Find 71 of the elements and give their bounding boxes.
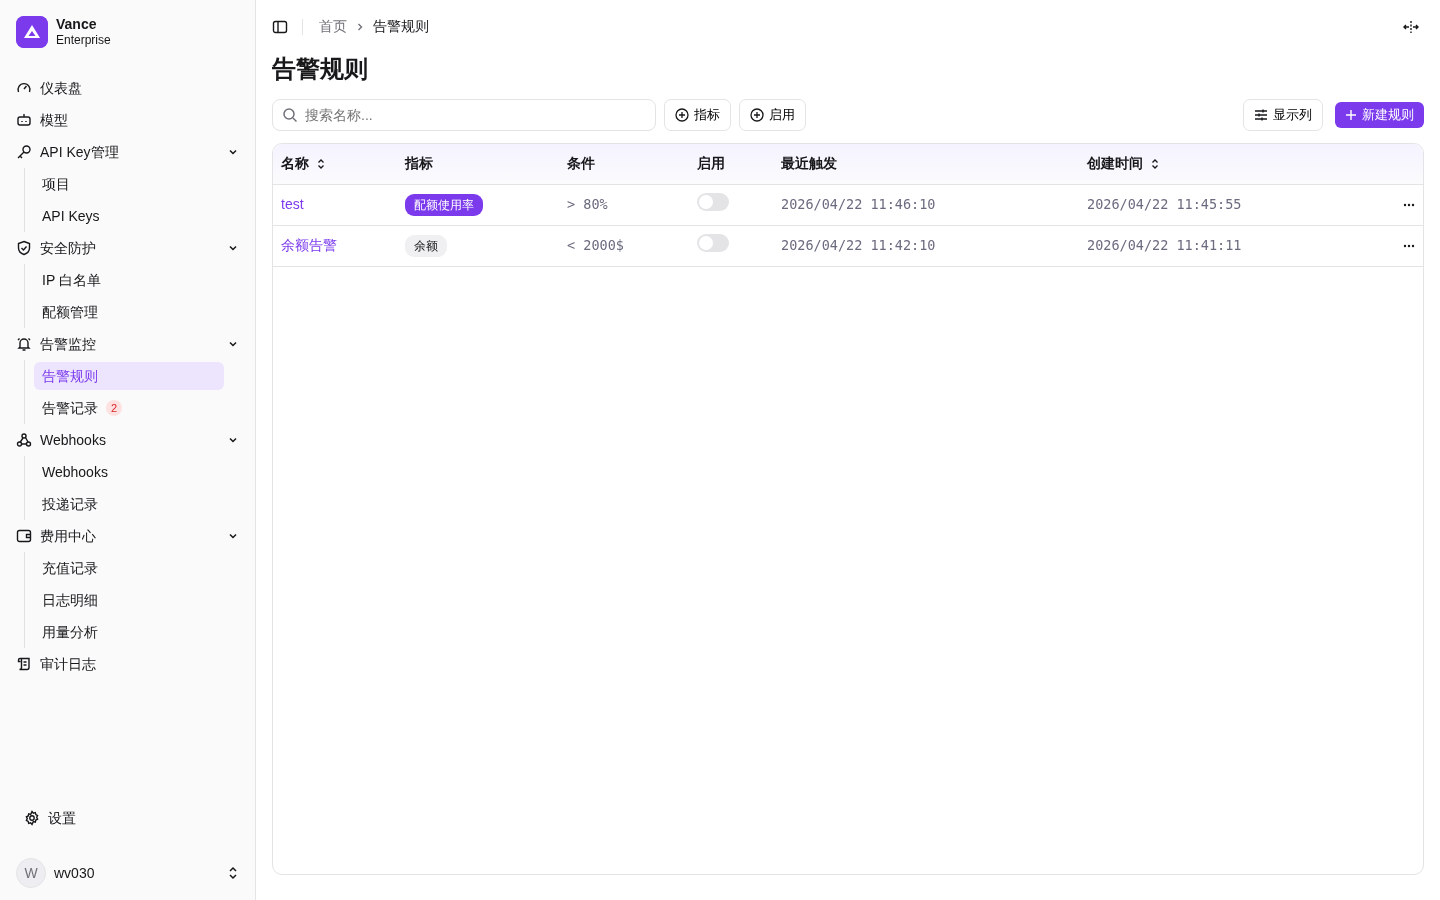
columns-button[interactable]: 显示列 xyxy=(1243,99,1323,131)
wallet-icon xyxy=(16,528,32,544)
search-icon xyxy=(282,107,298,123)
breadcrumb-current: 告警规则 xyxy=(373,17,429,36)
condition-text: < 2000$ xyxy=(567,237,624,253)
nav-subitem[interactable]: 项目 xyxy=(34,170,224,198)
chevron-icon xyxy=(355,21,365,32)
enable-toggle[interactable] xyxy=(697,192,729,211)
search-field[interactable]: 搜索名称... xyxy=(272,99,656,131)
more-icon[interactable] xyxy=(1403,203,1415,208)
nav-subitem[interactable]: 日志明细 xyxy=(34,586,224,614)
rule-name-link[interactable]: test xyxy=(281,196,304,212)
settings-icon xyxy=(24,810,40,826)
plus-icon xyxy=(1345,109,1357,121)
move-icon[interactable] xyxy=(1402,18,1420,35)
settings-link[interactable]: 设置 xyxy=(16,802,239,834)
nav-item[interactable]: 安全防护 xyxy=(16,232,239,264)
column-header[interactable]: 创建时间 xyxy=(1087,153,1159,175)
nav-subitem[interactable]: API Keys xyxy=(34,202,224,230)
bell-icon xyxy=(16,336,32,352)
more-icon[interactable] xyxy=(1403,244,1415,249)
plus-circle-icon xyxy=(750,108,764,122)
nav-subitem[interactable]: 告警记录 2 xyxy=(34,394,224,422)
sliders-icon xyxy=(1254,108,1268,122)
rule-name-link[interactable]: 余额告警 xyxy=(281,237,337,253)
expand-icon[interactable] xyxy=(227,865,239,881)
shield-icon xyxy=(16,240,32,256)
timestamp-text: 2026/04/22 11:45:55 xyxy=(1087,196,1242,212)
breadcrumb-link[interactable]: 首页 xyxy=(319,16,347,37)
nav-item[interactable]: 仪表盘 xyxy=(16,72,239,104)
enable-toggle[interactable] xyxy=(697,233,729,252)
nav-item[interactable]: API Key管理 xyxy=(16,136,239,168)
nav-subitem[interactable]: 用量分析 xyxy=(34,618,224,646)
nav-item[interactable]: 费用中心 xyxy=(16,520,239,552)
nav-subitem[interactable]: 告警规则 xyxy=(34,362,224,390)
count-badge: 2 xyxy=(106,399,123,417)
filter-button[interactable]: 启用 xyxy=(739,99,806,131)
scroll-icon xyxy=(16,656,32,672)
timestamp-text: 2026/04/22 11:42:10 xyxy=(781,237,936,253)
page-title: 告警规则 xyxy=(272,54,369,84)
nav-item[interactable]: Webhooks xyxy=(16,424,239,456)
column-header: 条件 xyxy=(567,154,595,174)
column-header: 启用 xyxy=(697,154,725,174)
nav-item[interactable]: 模型 xyxy=(16,104,239,136)
user-name: wv030 xyxy=(54,863,96,883)
timestamp-text: 2026/04/22 11:46:10 xyxy=(781,196,936,212)
logo-icon xyxy=(16,16,48,48)
nav-subitem[interactable]: Webhooks xyxy=(34,458,224,486)
new-rule-button[interactable]: 新建规则 xyxy=(1335,102,1424,128)
metric-tag: 配额使用率 xyxy=(405,193,483,216)
nav-subitem[interactable]: 配额管理 xyxy=(34,298,224,326)
filter-button[interactable]: 指标 xyxy=(664,99,731,131)
metric-tag: 余额 xyxy=(405,234,447,257)
timestamp-text: 2026/04/22 11:41:11 xyxy=(1087,237,1242,253)
brand-plan: Enterprise xyxy=(56,33,111,48)
column-header[interactable]: 名称 xyxy=(281,153,325,175)
key-icon xyxy=(16,144,32,160)
nav-subitem[interactable]: 充值记录 xyxy=(34,554,224,582)
condition-text: > 80% xyxy=(567,196,608,212)
sidebar-toggle-icon[interactable] xyxy=(272,18,288,35)
column-header: 最近触发 xyxy=(781,154,837,174)
nav-item[interactable]: 审计日志 xyxy=(16,648,239,680)
nav-subitem[interactable]: 投递记录 xyxy=(34,490,224,518)
nav-item[interactable]: 告警监控 xyxy=(16,328,239,360)
column-header: 指标 xyxy=(405,154,433,174)
webhook-icon xyxy=(16,432,32,448)
plus-circle-icon xyxy=(675,108,689,122)
user-avatar: W xyxy=(16,858,46,888)
robot-icon xyxy=(16,112,32,128)
brand-name: Vance xyxy=(56,16,98,34)
nav-subitem[interactable]: IP 白名单 xyxy=(34,266,224,294)
